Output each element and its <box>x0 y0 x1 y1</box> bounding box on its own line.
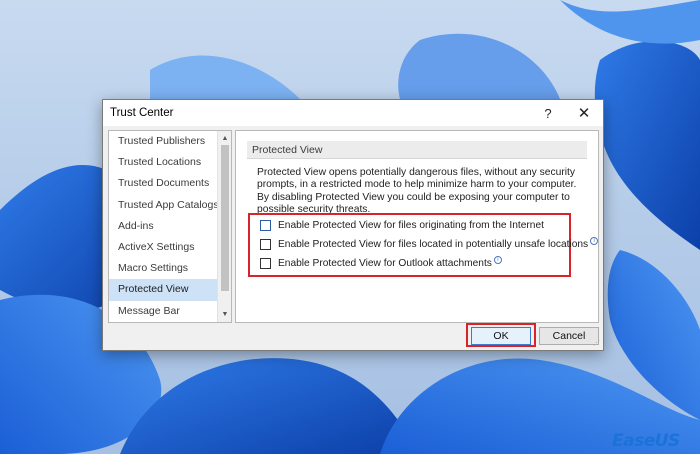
info-icon[interactable]: i <box>590 237 599 245</box>
easeus-logo: EaseUS <box>612 430 680 452</box>
scroll-up-arrow-icon[interactable]: ▲ <box>218 132 231 145</box>
section-title: Protected View <box>247 141 587 159</box>
nav-item-trusted-app-catalogs[interactable]: Trusted App Catalogs <box>109 195 219 216</box>
title-bar[interactable]: Trust Center ? ✕ <box>103 100 603 126</box>
nav-item-trusted-publishers[interactable]: Trusted Publishers <box>109 131 217 152</box>
nav-item-trusted-documents[interactable]: Trusted Documents <box>109 173 217 194</box>
option-label: Enable Protected View for Outlook attach… <box>278 257 492 269</box>
option-unsafe-locations[interactable]: Enable Protected View for files located … <box>260 237 599 251</box>
option-internet-files[interactable]: Enable Protected View for files originat… <box>260 218 544 232</box>
category-scrollbar[interactable]: ▲ ▼ <box>217 131 231 322</box>
cancel-button[interactable]: Cancel <box>539 327 599 345</box>
window-title: Trust Center <box>110 107 174 119</box>
nav-item-trusted-locations[interactable]: Trusted Locations <box>109 152 217 173</box>
close-button[interactable]: ✕ <box>569 100 599 126</box>
checkbox-unsafe-locations[interactable] <box>260 238 271 250</box>
settings-panel: Protected View Protected View opens pote… <box>235 130 599 323</box>
info-icon[interactable]: i <box>493 256 502 264</box>
checkbox-outlook-attachments[interactable] <box>260 257 271 269</box>
section-description: Protected View opens potentially dangero… <box>257 167 577 215</box>
category-list: Trusted Publishers Trusted Locations Tru… <box>108 130 232 323</box>
help-button[interactable]: ? <box>533 100 563 126</box>
checkbox-internet-files[interactable] <box>260 219 271 231</box>
scrollbar-thumb[interactable] <box>221 145 229 291</box>
ok-button[interactable]: OK <box>471 327 531 345</box>
category-items: Trusted Publishers Trusted Locations Tru… <box>109 131 219 322</box>
trust-center-dialog: Trust Center ? ✕ Trusted Publishers Trus… <box>102 99 604 351</box>
nav-item-message-bar[interactable]: Message Bar <box>109 301 217 322</box>
options-highlight-box: Enable Protected View for files originat… <box>248 213 599 277</box>
scroll-down-arrow-icon[interactable]: ▼ <box>218 308 231 321</box>
option-label: Enable Protected View for files located … <box>278 238 589 250</box>
nav-item-activex-settings[interactable]: ActiveX Settings <box>109 237 217 258</box>
nav-item-protected-view[interactable]: Protected View <box>109 279 217 301</box>
nav-item-add-ins[interactable]: Add-ins <box>109 216 217 237</box>
option-label: Enable Protected View for files originat… <box>278 219 544 231</box>
nav-item-macro-settings[interactable]: Macro Settings <box>109 258 217 279</box>
logo-text: EaseUS <box>612 431 680 451</box>
option-outlook-attachments[interactable]: Enable Protected View for Outlook attach… <box>260 256 502 270</box>
resize-grip-icon[interactable]: ⋰ <box>593 340 601 348</box>
